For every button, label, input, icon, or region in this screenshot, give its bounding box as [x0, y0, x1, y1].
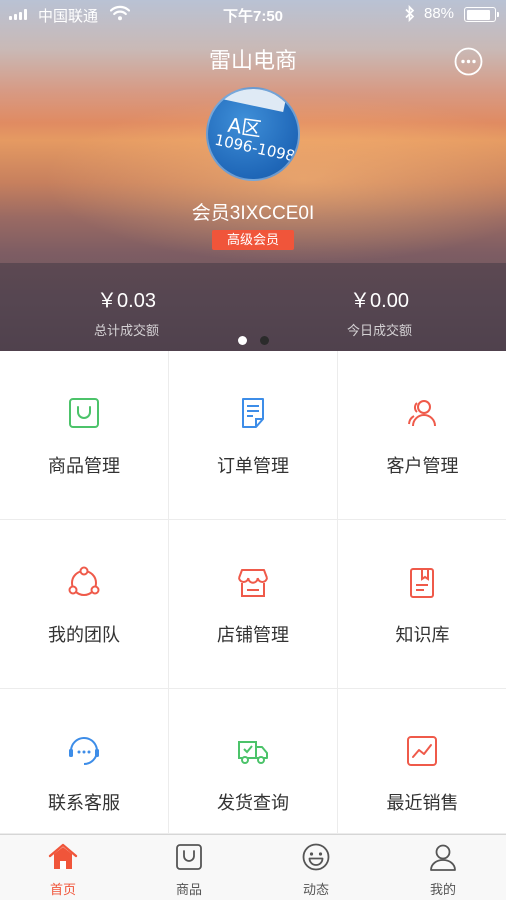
bluetooth-icon — [404, 4, 416, 26]
total-sales-stat: ￥0.03 总计成交额 — [0, 284, 253, 339]
menu-item-label: 联系客服 — [48, 793, 120, 813]
total-sales-value: ￥0.03 — [97, 290, 156, 312]
shopping-bag-icon — [174, 842, 204, 872]
team-network-icon — [67, 566, 101, 600]
function-grid: 商品管理 订单管理 客户管理 我的团队 店铺管理 知识库 联系客服 发货查询 最… — [0, 351, 506, 834]
avatar[interactable]: A区 1096-1098 — [206, 87, 300, 181]
tab-mine[interactable]: 我的 — [380, 835, 506, 900]
order-document-icon — [236, 396, 270, 430]
menu-item-label: 最近销售 — [386, 793, 459, 813]
menu-item-label: 知识库 — [395, 625, 450, 645]
member-name: 会员3IXCCE0I — [191, 203, 315, 224]
tab-activity[interactable]: 动态 — [253, 835, 379, 900]
menu-item-shipping-query[interactable]: 发货查询 — [169, 689, 338, 834]
delivery-truck-icon — [236, 734, 270, 768]
today-sales-stat: ￥0.00 今日成交额 — [253, 284, 506, 339]
menu-item-product-management[interactable]: 商品管理 — [0, 351, 169, 520]
user-icon — [428, 842, 458, 872]
page-dot-1[interactable] — [237, 336, 247, 345]
menu-item-label: 订单管理 — [217, 456, 289, 476]
customers-icon — [405, 396, 439, 430]
storefront-icon — [236, 566, 270, 600]
menu-item-label: 我的团队 — [48, 625, 120, 645]
menu-item-customer-management[interactable]: 客户管理 — [338, 351, 506, 520]
home-icon — [48, 842, 78, 872]
status-bar: 中国联通 下午7:50 88% — [0, 0, 506, 28]
chat-bubble-icon[interactable] — [453, 46, 484, 77]
page-title: 雷山电商 — [208, 48, 297, 73]
tab-label: 我的 — [429, 882, 456, 897]
menu-item-label: 发货查询 — [217, 793, 289, 813]
menu-item-label: 店铺管理 — [217, 625, 289, 645]
tab-home[interactable]: 首页 — [0, 835, 126, 900]
member-level-badge: 高级会员 — [212, 230, 294, 250]
menu-item-label: 商品管理 — [48, 456, 120, 476]
today-sales-value: ￥0.00 — [350, 290, 409, 312]
battery-level-fill — [466, 9, 491, 20]
menu-item-recent-sales[interactable]: 最近销售 — [338, 689, 506, 834]
sales-chart-icon — [405, 734, 439, 768]
tab-label: 商品 — [175, 882, 202, 897]
menu-item-order-management[interactable]: 订单管理 — [169, 351, 338, 520]
smiley-icon — [301, 842, 331, 872]
menu-item-store-management[interactable]: 店铺管理 — [169, 520, 338, 689]
avatar-sign-strip — [214, 89, 288, 113]
page-indicator[interactable] — [0, 336, 506, 345]
page-dot-2[interactable] — [259, 336, 269, 345]
menu-item-knowledge-base[interactable]: 知识库 — [338, 520, 506, 689]
menu-item-my-team[interactable]: 我的团队 — [0, 520, 169, 689]
bottom-tab-bar: 首页 商品 动态 我的 — [0, 834, 506, 900]
shopping-bag-icon — [67, 396, 101, 430]
menu-item-label: 客户管理 — [386, 456, 459, 476]
knowledge-book-icon — [405, 566, 439, 600]
battery-percent: 88% — [424, 5, 455, 22]
battery-icon — [464, 7, 499, 22]
customer-service-icon — [67, 734, 101, 768]
profile-header: 中国联通 下午7:50 88% 雷山电商 A区 1096-1098 会员3IXC… — [0, 0, 506, 351]
tab-label: 动态 — [302, 882, 329, 897]
menu-item-contact-support[interactable]: 联系客服 — [0, 689, 169, 834]
tab-label: 首页 — [49, 882, 76, 897]
tab-products[interactable]: 商品 — [126, 835, 252, 900]
